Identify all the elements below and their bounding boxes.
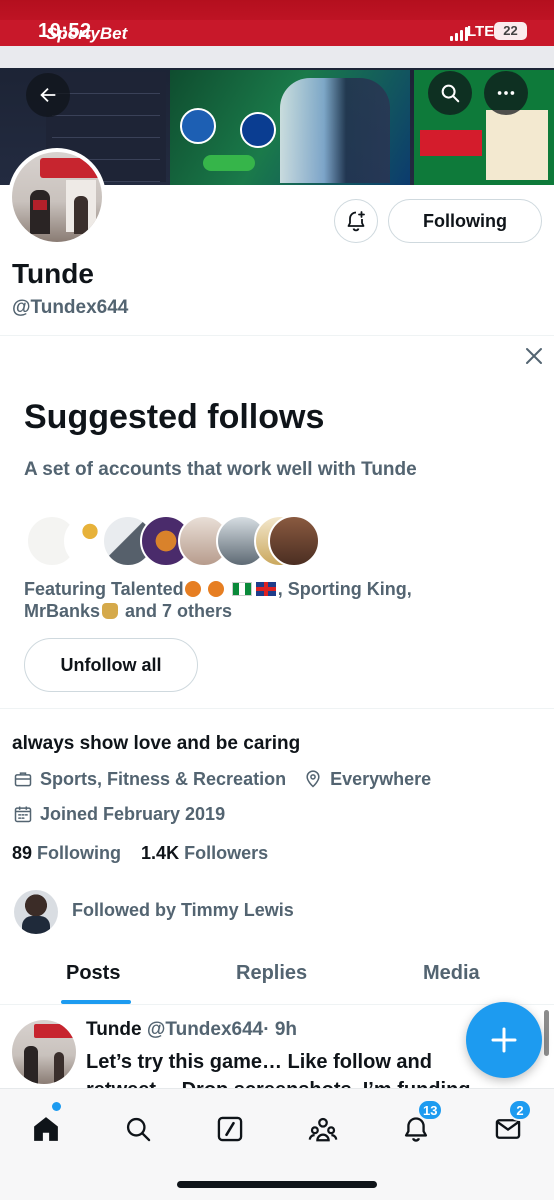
suggested-featuring-text: Featuring Talented , Sporting King, MrBa…	[24, 578, 524, 622]
arrow-left-icon	[40, 87, 56, 103]
following-count-link[interactable]: 89 Following	[12, 843, 121, 863]
divider	[0, 1004, 554, 1005]
profile-joined: Joined February 2019	[40, 803, 226, 824]
messages-badge: 2	[508, 1099, 532, 1121]
post-text[interactable]: Let’s try this game… Like follow and ret…	[86, 1048, 526, 1088]
search-icon	[126, 1117, 151, 1142]
battery-icon: 22	[494, 22, 527, 40]
followed-by-avatar[interactable]	[14, 890, 58, 934]
post-header: Tunde @Tundex644· 9h	[86, 1019, 297, 1041]
tab-posts[interactable]: Posts	[66, 962, 120, 985]
more-dots-icon	[497, 91, 515, 95]
profile-meta-row: Sports, Fitness & Recreation Everywhere	[12, 768, 431, 790]
divider	[0, 335, 554, 336]
profile-location: Everywhere	[330, 768, 432, 789]
grok-icon	[217, 1116, 243, 1142]
featuring-line2-b: and 7 others	[125, 601, 233, 621]
suggested-follows-title: Suggested follows	[24, 398, 325, 436]
home-indicator	[177, 1181, 377, 1188]
compose-post-button[interactable]	[466, 1002, 542, 1078]
banner-club-badge	[180, 108, 216, 144]
divider	[0, 708, 554, 709]
nav-home[interactable]	[26, 1109, 66, 1149]
profile-bio: always show love and be caring	[12, 733, 301, 754]
following-button[interactable]: Following	[388, 199, 542, 243]
profile-handle: @Tundex644	[12, 297, 129, 318]
nav-search[interactable]	[118, 1109, 158, 1149]
communities-icon	[308, 1117, 338, 1142]
back-button[interactable]	[26, 73, 70, 117]
featuring-mid: , Sporting King,	[277, 579, 412, 599]
profile-joined-row: Joined February 2019	[12, 803, 225, 825]
basketball-emoji-icon	[207, 581, 224, 597]
featuring-line2-a: MrBanks	[24, 601, 101, 621]
basketball-emoji-icon	[184, 581, 201, 597]
location-pin-icon	[302, 768, 324, 790]
profile-name: Tunde	[12, 258, 94, 289]
status-bar: 10:52 LTE 22	[0, 0, 554, 62]
calendar-icon	[12, 803, 34, 825]
banner-cta	[203, 155, 255, 171]
dismiss-suggestions-button[interactable]	[522, 344, 546, 368]
unfollow-all-button[interactable]: Unfollow all	[24, 638, 198, 692]
nav-communities[interactable]	[303, 1109, 343, 1149]
tab-replies[interactable]: Replies	[236, 962, 307, 985]
home-icon	[34, 1117, 58, 1141]
status-time: 10:52	[38, 20, 92, 42]
scrollbar[interactable]	[544, 1010, 549, 1056]
followers-count-link[interactable]: 1.4K Followers	[141, 843, 268, 863]
post-author-avatar[interactable]	[12, 1020, 76, 1084]
suggested-follows-subtitle: A set of accounts that work well with Tu…	[24, 459, 417, 480]
home-new-dot	[52, 1102, 61, 1111]
suggested-avatar	[268, 515, 320, 567]
search-button[interactable]	[428, 71, 472, 115]
notifications-subscribe-button[interactable]	[334, 199, 378, 243]
uk-flag-icon	[255, 582, 276, 596]
follow-counts: 89 Following 1.4K Followers	[12, 843, 268, 864]
nigeria-flag-icon	[231, 582, 252, 596]
network-label: LTE	[467, 23, 495, 40]
more-options-button[interactable]	[484, 71, 528, 115]
post-author-handle: @Tundex644	[146, 1019, 264, 1040]
bell-plus-icon	[347, 211, 365, 232]
tab-media[interactable]: Media	[423, 962, 480, 985]
banner-club-badge	[240, 112, 276, 148]
banner-players-image	[280, 78, 390, 183]
close-icon	[526, 348, 542, 364]
profile-category: Sports, Fitness & Recreation	[40, 768, 287, 789]
featuring-prefix: Featuring Talented	[24, 579, 184, 599]
post-author-name[interactable]: Tunde	[86, 1019, 142, 1040]
avatar-photo	[12, 152, 102, 242]
plus-icon	[491, 1027, 517, 1053]
followed-by-text[interactable]: Followed by Timmy Lewis	[72, 900, 294, 921]
money-bag-emoji-icon	[102, 603, 119, 619]
notifications-badge: 13	[417, 1099, 444, 1121]
post-time: · 9h	[263, 1019, 298, 1040]
profile-avatar[interactable]	[8, 148, 106, 246]
nav-grok[interactable]	[210, 1109, 250, 1149]
briefcase-icon	[12, 768, 34, 790]
signal-icon	[450, 27, 468, 41]
search-icon	[441, 84, 460, 103]
